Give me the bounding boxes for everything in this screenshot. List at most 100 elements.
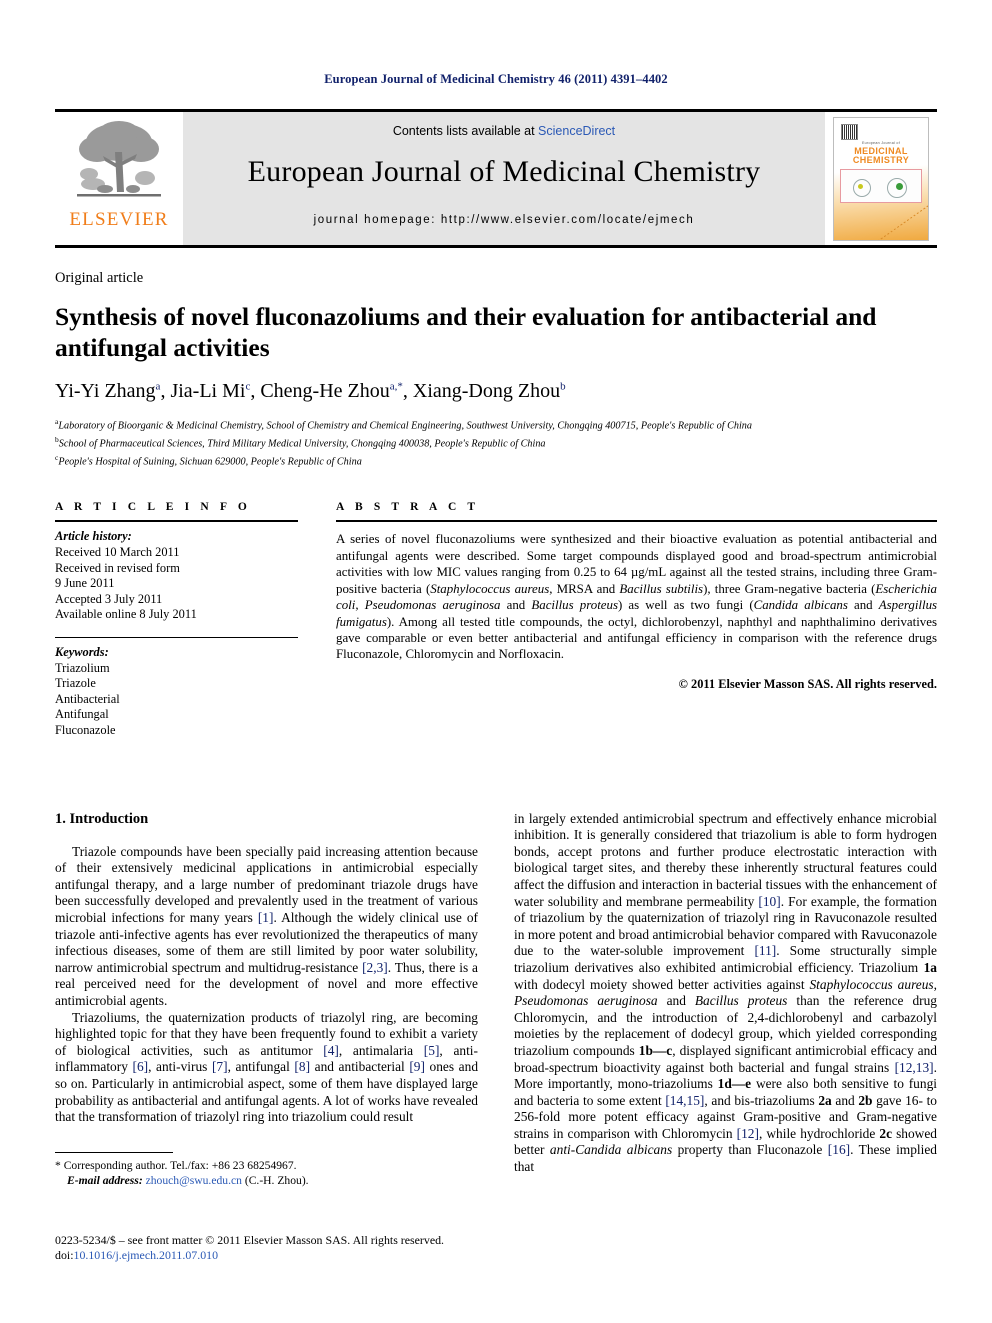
- history-item: Accepted 3 July 2011: [55, 591, 163, 606]
- abstract-text: A series of novel fluconazoliums were sy…: [336, 532, 938, 662]
- abstract-column: A B S T R A C T A series of novel flucon…: [336, 501, 937, 738]
- doi-line: doi:10.1016/j.ejmech.2011.07.010: [55, 1248, 495, 1263]
- elsevier-tree-icon: [77, 121, 161, 197]
- history-item: Received 10 March 2011: [55, 545, 180, 560]
- cover-title: MEDICINAL CHEMISTRY: [834, 145, 928, 166]
- section-heading-introduction: 1. Introduction: [55, 810, 149, 827]
- citation-link[interactable]: [1]: [258, 910, 274, 925]
- contents-prefix: Contents lists available at: [392, 124, 539, 138]
- keywords-block: Keywords: Triazolium Triazole Antibacter…: [55, 645, 298, 739]
- divider: [336, 520, 937, 523]
- article-body: 1. Introduction Triazole compounds have …: [55, 811, 937, 1281]
- barcode-icon: [841, 123, 858, 140]
- keyword-item: Antibacterial: [55, 691, 120, 706]
- author-name: Yi-Yi Zhang: [55, 380, 156, 403]
- cover-figure-panel: [840, 168, 922, 203]
- corresponding-author-text: * Corresponding author. Tel./fax: +86 23…: [55, 1159, 297, 1172]
- article-info-column: A R T I C L E I N F O Article history: R…: [55, 501, 298, 738]
- citation-link[interactable]: [12,13]: [895, 1060, 934, 1075]
- citation-link[interactable]: [14,15]: [665, 1093, 704, 1108]
- paragraph: Triazole compounds have been specially p…: [55, 843, 479, 1008]
- author-name: Jia-Li Mi: [170, 380, 246, 403]
- sciencedirect-link[interactable]: ScienceDirect: [538, 124, 615, 138]
- keyword-item: Fluconazole: [55, 723, 116, 737]
- keyword-item: Triazolium: [55, 660, 110, 675]
- citation-link[interactable]: [7]: [212, 1059, 228, 1074]
- affiliation-text: Laboratory of Bioorganic & Medicinal Che…: [58, 420, 752, 432]
- elsevier-logo: ELSEVIER: [55, 112, 183, 245]
- citation-link[interactable]: [5]: [424, 1043, 440, 1058]
- history-item: 9 June 2011: [55, 576, 115, 591]
- cover-journal-line: European Journal of: [861, 140, 901, 145]
- email-suffix: (C.-H. Zhou).: [244, 1173, 309, 1187]
- affiliation-list: aLaboratory of Bioorganic & Medicinal Ch…: [55, 415, 937, 468]
- journal-article-page: European Journal of Medicinal Chemistry …: [0, 0, 992, 1323]
- email-label: E-mail address:: [67, 1173, 143, 1187]
- elsevier-wordmark: ELSEVIER: [69, 209, 169, 230]
- cover-molecule-highlight-icon: [858, 183, 863, 189]
- article-history-label: Article history:: [55, 529, 132, 544]
- citation-link[interactable]: [2,3]: [362, 960, 388, 975]
- email-link[interactable]: zhouch@swu.edu.cn: [146, 1174, 242, 1187]
- contents-line: Contents lists available at ScienceDirec…: [393, 124, 615, 138]
- footnote-block: * Corresponding author. Tel./fax: +86 23…: [55, 1152, 485, 1188]
- divider: [55, 520, 298, 523]
- abstract-copyright: © 2011 Elsevier Masson SAS. All rights r…: [678, 676, 937, 691]
- journal-homepage-link[interactable]: journal homepage: http://www.elsevier.co…: [314, 214, 695, 226]
- author-list: Yi-Yi Zhanga, Jia-Li Mic, Cheng-He Zhoua…: [55, 380, 566, 403]
- citation-link[interactable]: [16]: [828, 1142, 850, 1157]
- affiliation-item: aLaboratory of Bioorganic & Medicinal Ch…: [55, 415, 937, 433]
- email-line: E-mail address: zhouch@swu.edu.cn (C.-H.…: [55, 1174, 485, 1189]
- author-affiliation-marker[interactable]: a: [156, 380, 161, 392]
- cover-title-line1: MEDICINAL: [854, 145, 908, 156]
- body-column-right: in largely extended antimicrobial spectr…: [514, 811, 937, 1281]
- cover-diagonal-decoration: [874, 202, 928, 240]
- article-title-block: Original article Synthesis of novel fluc…: [55, 270, 937, 468]
- article-history: Article history: Received 10 March 2011 …: [55, 529, 298, 623]
- page-title: Synthesis of novel fluconazoliums and th…: [55, 302, 877, 362]
- paragraph: in largely extended antimicrobial spectr…: [514, 810, 937, 1175]
- author-name: Xiang-Dong Zhou: [412, 380, 561, 403]
- journal-cover-cell: European Journal of MEDICINAL CHEMISTRY: [825, 112, 937, 245]
- info-abstract-section: A R T I C L E I N F O Article history: R…: [55, 501, 937, 738]
- citation-link[interactable]: [9]: [409, 1059, 425, 1074]
- page-footer: 0223-5234/$ – see front matter © 2011 El…: [55, 1233, 495, 1263]
- journal-cover-thumbnail: European Journal of MEDICINAL CHEMISTRY: [833, 116, 929, 241]
- corresponding-author-note: * Corresponding author. Tel./fax: +86 23…: [55, 1159, 485, 1188]
- article-info-heading: A R T I C L E I N F O: [55, 501, 251, 514]
- citation-link[interactable]: [11]: [754, 943, 776, 958]
- keywords-label: Keywords:: [55, 645, 109, 660]
- cover-molecule-green-icon: [896, 182, 903, 190]
- affiliation-item: bSchool of Pharmaceutical Sciences, Thir…: [55, 433, 937, 451]
- citation-link[interactable]: [6]: [132, 1059, 148, 1074]
- journal-banner: Contents lists available at ScienceDirec…: [183, 112, 825, 245]
- history-item: Available online 8 July 2011: [55, 607, 197, 622]
- author-affiliation-marker[interactable]: a,*: [390, 380, 403, 392]
- history-item: Received in revised form: [55, 560, 180, 575]
- running-head: European Journal of Medicinal Chemistry …: [324, 72, 668, 86]
- journal-masthead: ELSEVIER Contents lists available at Sci…: [55, 109, 937, 248]
- keyword-item: Triazole: [55, 676, 96, 691]
- article-type: Original article: [55, 270, 144, 286]
- divider: [55, 637, 298, 639]
- citation-link[interactable]: [8]: [294, 1059, 310, 1074]
- citation-link[interactable]: [4]: [323, 1043, 339, 1058]
- affiliation-item: cPeople's Hospital of Suining, Sichuan 6…: [55, 451, 937, 469]
- affiliation-text: People's Hospital of Suining, Sichuan 62…: [58, 456, 362, 468]
- citation-link[interactable]: [10]: [758, 894, 780, 909]
- body-column-left: 1. Introduction Triazole compounds have …: [55, 811, 478, 1281]
- abstract-heading: A B S T R A C T: [336, 501, 480, 514]
- journal-title: European Journal of Medicinal Chemistry: [247, 155, 761, 188]
- doi-label: doi:: [55, 1248, 74, 1262]
- doi-link[interactable]: 10.1016/j.ejmech.2011.07.010: [74, 1248, 219, 1262]
- author-name: Cheng-He Zhou: [260, 380, 390, 403]
- cover-title-line2: CHEMISTRY: [852, 155, 910, 165]
- author-affiliation-marker[interactable]: b: [560, 380, 566, 392]
- citation-link[interactable]: [12]: [737, 1126, 759, 1141]
- affiliation-text: School of Pharmaceutical Sciences, Third…: [58, 438, 546, 450]
- keyword-item: Antifungal: [55, 707, 109, 722]
- footnote-divider: [55, 1152, 173, 1153]
- paragraph: Triazoliums, the quaternization products…: [55, 1009, 479, 1125]
- author-affiliation-marker[interactable]: c: [245, 380, 250, 392]
- issn-copyright-line: 0223-5234/$ – see front matter © 2011 El…: [55, 1233, 445, 1247]
